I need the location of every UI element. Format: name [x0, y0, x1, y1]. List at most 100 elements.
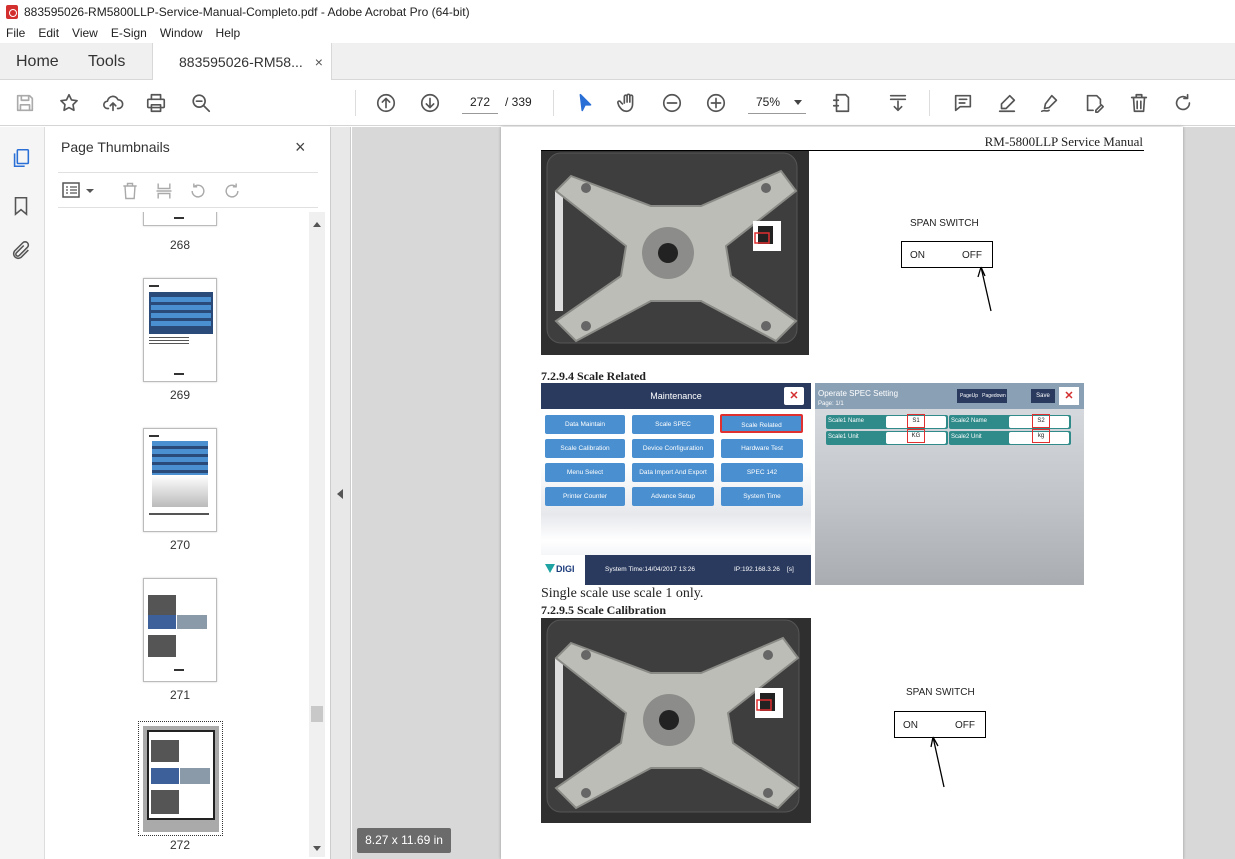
page-fit-icon[interactable] [829, 90, 855, 116]
collapse-arrow-icon [337, 489, 343, 499]
scroll-up-icon[interactable] [313, 222, 321, 227]
page-total: / 339 [505, 95, 532, 109]
thumbnail-page[interactable] [143, 578, 217, 682]
section-number: 7.2.9.4 Scale Related [541, 369, 646, 383]
tab-close-icon[interactable]: × [315, 54, 323, 70]
page-thumbnails-icon[interactable] [10, 147, 34, 171]
scroll-down-icon[interactable] [313, 846, 321, 851]
attachment-icon[interactable] [10, 240, 34, 264]
pdf-page: RM-5800LLP Service Manual SPAN SWITCH ON… [501, 127, 1183, 859]
maint-btn: Device Configuration [632, 439, 714, 458]
digi-logo-text: DIGI [556, 564, 575, 574]
star-icon[interactable] [56, 90, 82, 116]
bookmark-icon[interactable] [10, 195, 34, 219]
comment-icon[interactable] [950, 90, 976, 116]
menu-help[interactable]: Help [216, 26, 241, 40]
tab-document-label: 883595026-RM58... [179, 54, 303, 70]
panel-title: Page Thumbnails [61, 139, 170, 155]
previous-page-icon[interactable] [373, 90, 399, 116]
scroll-thumb[interactable] [311, 706, 323, 722]
spec-row: Scale2 Name S2 [949, 414, 1071, 429]
zoom-in-icon[interactable] [703, 90, 729, 116]
divider [929, 90, 930, 116]
delete-page-icon[interactable] [120, 181, 140, 201]
menu-window[interactable]: Window [160, 26, 203, 40]
edit-pdf-icon[interactable] [1081, 90, 1107, 116]
zoom-select[interactable]: 75% [748, 90, 806, 114]
highlight-pen-icon[interactable] [994, 90, 1020, 116]
span-switch-diagram: ON OFF [901, 241, 993, 268]
menu-view[interactable]: View [72, 26, 98, 40]
thumbnails-panel: Page Thumbnails × 268 269 270 271 272 [46, 127, 331, 859]
maintenance-title: Maintenance [541, 383, 811, 409]
zoom-out-icon[interactable] [659, 90, 685, 116]
menu-bar: File Edit View E-Sign Window Help [0, 23, 1235, 43]
spec-label: Scale2 Name [951, 418, 988, 424]
upload-cloud-icon[interactable] [100, 90, 126, 116]
thumbnail-label: 272 [169, 838, 191, 852]
spec-pagedown: Pagedown [981, 389, 1007, 403]
spec-title: Operate SPEC Setting [818, 389, 899, 398]
thumbnail-page[interactable] [143, 212, 217, 226]
next-page-icon[interactable] [417, 90, 443, 116]
off-label: OFF [955, 720, 975, 731]
tab-bar: Home Tools 883595026-RM58... × [0, 43, 1235, 81]
save-icon[interactable] [12, 90, 38, 116]
title-bar: 883595026-RM5800LLP-Service-Manual-Compl… [0, 0, 1235, 23]
tab-document[interactable]: 883595026-RM58... × [152, 43, 332, 81]
rotate-right-icon[interactable] [222, 181, 242, 201]
maint-btn: Scale Calibration [545, 439, 625, 458]
spec-row: Scale1 Unit KG [826, 429, 948, 445]
on-label: ON [903, 720, 918, 731]
hand-tool-icon[interactable] [615, 90, 641, 116]
print-icon[interactable] [143, 90, 169, 116]
delete-icon[interactable] [1126, 90, 1152, 116]
menu-file[interactable]: File [6, 26, 25, 40]
sign-icon[interactable] [1037, 90, 1063, 116]
spec-label: Scale1 Unit [828, 434, 859, 440]
maint-btn: Scale SPEC [632, 415, 714, 434]
off-label: OFF [962, 250, 982, 261]
thumbnail-page[interactable] [143, 428, 217, 532]
maintenance-screenshot: Maintenance ✕ Data Maintain Scale SPEC S… [541, 383, 811, 585]
thumbnail-toolbar [58, 172, 318, 208]
scroll-mode-icon[interactable] [885, 90, 911, 116]
spec-value: S1 [907, 414, 925, 428]
maint-btn: Printer Counter [545, 487, 625, 506]
maint-btn: System Time [721, 487, 803, 506]
close-icon[interactable]: × [295, 137, 306, 158]
select-cursor-icon[interactable] [572, 90, 598, 116]
search-icon[interactable] [188, 90, 214, 116]
redo-icon[interactable] [1170, 90, 1196, 116]
menu-edit[interactable]: Edit [38, 26, 59, 40]
thumbnail-scrollbar[interactable] [309, 212, 325, 857]
divider [553, 90, 554, 116]
scale-photo [541, 618, 811, 823]
spec-value: kg [1032, 429, 1050, 443]
page-number-input[interactable]: 272 [462, 90, 498, 114]
page-header: RM-5800LLP Service Manual [984, 134, 1143, 149]
spec-value: S2 [1032, 414, 1050, 428]
span-switch-label: SPAN SWITCH [906, 687, 975, 698]
chevron-down-icon [794, 100, 802, 105]
options-menu-icon[interactable] [62, 181, 96, 201]
thumbnail-label: 268 [169, 238, 191, 252]
maint-btn-highlighted: Scale Related [720, 414, 803, 433]
tab-home[interactable]: Home [16, 43, 59, 80]
scale-photo [541, 151, 809, 355]
panel-collapse-bar[interactable] [331, 127, 351, 859]
maint-btn: Menu Select [545, 463, 625, 482]
thumbnail-label: 270 [169, 538, 191, 552]
spec-row: Scale2 Unit kg [949, 429, 1071, 445]
tab-tools[interactable]: Tools [88, 43, 125, 80]
thumbnail-selected[interactable] [138, 721, 223, 836]
rotate-left-icon[interactable] [188, 181, 208, 201]
thumbnail-label: 269 [169, 388, 191, 402]
maintenance-close-icon: ✕ [784, 387, 804, 405]
digi-logo: DIGI [541, 555, 585, 585]
extract-page-icon[interactable] [154, 181, 174, 201]
left-rail [0, 127, 45, 859]
menu-esign[interactable]: E-Sign [111, 26, 147, 40]
thumbnail-page[interactable] [143, 278, 217, 382]
span-switch-diagram: ON OFF [894, 711, 986, 738]
